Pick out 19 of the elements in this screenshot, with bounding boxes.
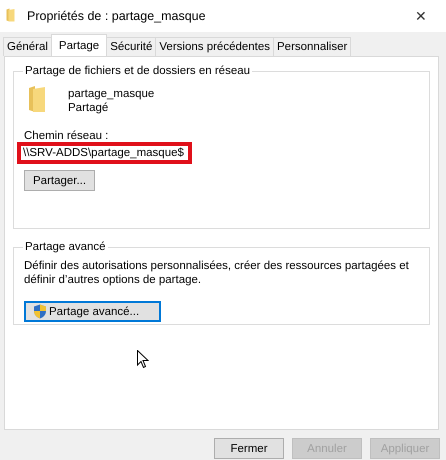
shield-icon [33, 304, 47, 319]
tab[interactable]: Partage [50, 34, 108, 56]
tab[interactable]: Général [3, 37, 52, 56]
field-label: Chemin réseau : [24, 130, 110, 142]
dialog-button[interactable]: Fermer [214, 438, 284, 459]
description: Définir des autorisations personnalisées, créer des ressources partagées et définir d’autres options de partage. [24, 259, 410, 287]
window-title: Propriétés de : partage_masque [27, 9, 207, 23]
folder-icon [28, 85, 46, 113]
advanced-sharing-button[interactable]: Partage avancé... [24, 301, 161, 322]
mouse-cursor-icon [137, 350, 149, 369]
group-title: Partage avancé [24, 241, 107, 253]
share-status: Partagé [68, 102, 110, 114]
folder-name: partage_masque [68, 88, 154, 100]
network-path: \\SRV-ADDS\partage_masque$ [17, 142, 192, 164]
tab[interactable]: Personnaliser [273, 37, 352, 56]
share-button[interactable]: Partager... [24, 170, 96, 191]
group-title: Partage de fichiers et de dossiers en réseau [24, 65, 252, 77]
close-icon[interactable]: ✕ [406, 8, 436, 24]
folder-icon [6, 8, 15, 22]
